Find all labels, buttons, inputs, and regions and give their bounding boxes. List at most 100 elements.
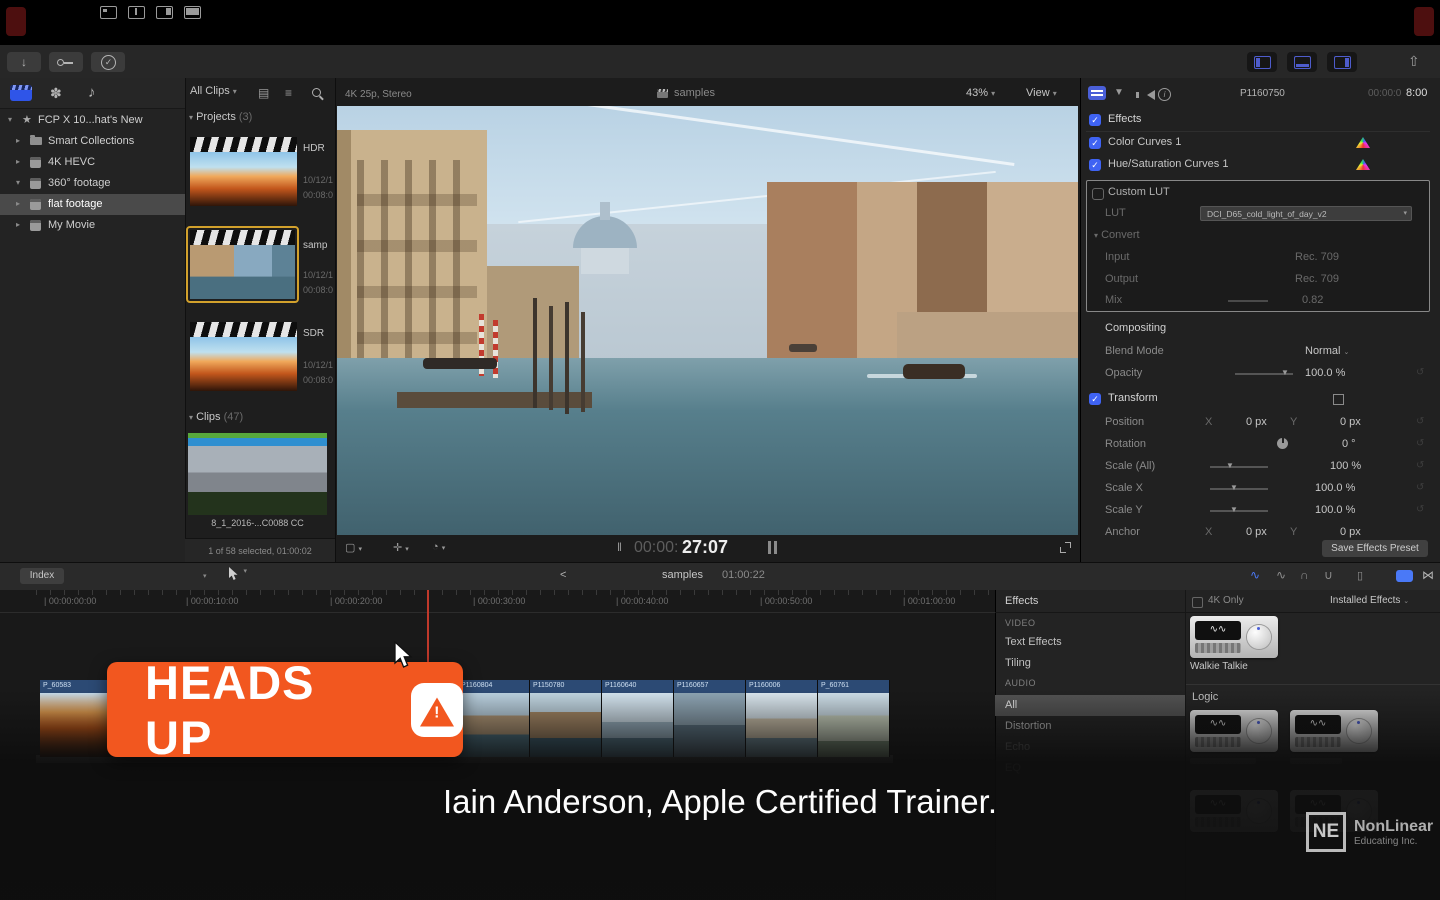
position-x-value[interactable]: 0 px — [1246, 416, 1267, 428]
slider-handle-icon[interactable]: ▼ — [1230, 483, 1238, 492]
transform-checkbox[interactable]: ✓ — [1089, 393, 1101, 405]
share-button[interactable]: ⇧ — [1408, 53, 1420, 70]
timeline-clip[interactable]: P1160640 — [602, 680, 674, 757]
effects-category-distortion[interactable]: Distortion — [995, 716, 1185, 737]
skimming-toggle-icon[interactable]: ∿ — [1250, 568, 1260, 582]
color-inspector-tab[interactable]: ▼ — [1114, 87, 1124, 98]
slider-handle-icon[interactable]: ▼ — [1226, 461, 1234, 470]
toggle-inspector-button[interactable] — [1327, 52, 1357, 72]
installed-effects-dropdown[interactable]: Installed Effects ⌄ — [1330, 595, 1409, 606]
hue-sat-curves-checkbox[interactable]: ✓ — [1089, 159, 1101, 171]
anchor-x-value[interactable]: 0 px — [1246, 526, 1267, 538]
disclosure-triangle-icon[interactable]: ▸ — [16, 220, 20, 229]
custom-lut-checkbox[interactable] — [1092, 188, 1104, 200]
timeline-clip[interactable]: P1160657 — [674, 680, 746, 757]
color-curves-checkbox[interactable]: ✓ — [1089, 137, 1101, 149]
disclosure-triangle-icon[interactable]: ▸ — [16, 157, 20, 166]
disclosure-triangle-icon[interactable]: ▾ — [8, 115, 12, 124]
index-button[interactable]: Index — [20, 568, 64, 584]
timeline-back-button[interactable]: < — [560, 569, 566, 581]
transitions-browser-toggle[interactable]: ⋈ — [1422, 568, 1434, 582]
video-canvas[interactable] — [337, 106, 1078, 535]
list-view-icon[interactable]: ≡ — [285, 86, 292, 100]
scale-all-slider[interactable] — [1210, 466, 1268, 468]
scale-all-value[interactable]: 100 % — [1330, 460, 1361, 472]
snapping-toggle-icon[interactable]: ∪ — [1324, 568, 1333, 582]
scale-x-slider[interactable] — [1210, 488, 1268, 490]
background-tasks-button[interactable]: ✓ — [91, 52, 125, 72]
slider-handle-icon[interactable]: ▼ — [1230, 505, 1238, 514]
transform-menu-button[interactable]: ▢ ▾ — [345, 541, 362, 554]
disclosure-triangle-icon[interactable]: ▸ — [16, 136, 20, 145]
sidebar-item-4k-hevc[interactable]: ▸ 4K HEVC — [0, 152, 185, 173]
position-y-value[interactable]: 0 px — [1340, 416, 1361, 428]
keyword-editor-button[interactable] — [49, 52, 83, 72]
music-sidebar-icon[interactable]: ♪ — [88, 84, 96, 101]
effect-card-walkie-talkie[interactable]: ∿∿ — [1190, 616, 1278, 658]
overwrite-clip-icon[interactable] — [184, 6, 201, 19]
convert-disclosure[interactable]: ▾ Convert — [1094, 229, 1140, 241]
reset-icon[interactable]: ↺ — [1416, 416, 1424, 427]
mix-slider[interactable] — [1228, 300, 1268, 302]
rotation-dial-icon[interactable] — [1277, 438, 1288, 449]
blend-mode-dropdown[interactable]: Normal ⌄ — [1305, 345, 1349, 357]
save-effects-preset-button[interactable]: Save Effects Preset — [1322, 540, 1428, 557]
filmstrip-view-icon[interactable]: ▤ — [258, 86, 269, 100]
reset-icon[interactable]: ↺ — [1416, 367, 1424, 378]
sidebar-item-smart-collections[interactable]: ▸ Smart Collections — [0, 131, 185, 152]
effects-browser-toggle[interactable] — [1396, 570, 1413, 582]
timeline-clip[interactable]: P_60761 — [818, 680, 890, 757]
sidebar-item-flat-footage[interactable]: ▸ flat footage — [0, 194, 185, 215]
timeline-clip[interactable]: P1160804 — [458, 680, 530, 757]
sidebar-item-my-movie[interactable]: ▸ My Movie — [0, 215, 185, 236]
effect-card[interactable]: ∿∿ — [1190, 710, 1278, 752]
insert-clip-icon[interactable] — [128, 6, 145, 19]
sidebar-item-360-footage[interactable]: ▾ 360° footage — [0, 173, 185, 194]
onscreen-controls-icon[interactable] — [1333, 394, 1344, 405]
reset-icon[interactable]: ↺ — [1416, 460, 1424, 471]
search-icon[interactable] — [312, 88, 321, 97]
scale-x-value[interactable]: 100.0 % — [1315, 482, 1355, 494]
connect-clip-icon[interactable] — [100, 6, 117, 19]
reset-icon[interactable]: ↺ — [1416, 438, 1424, 449]
tool-select-dropdown[interactable]: ▾ — [228, 567, 247, 586]
video-inspector-tab[interactable] — [1088, 86, 1106, 100]
scale-y-value[interactable]: 100.0 % — [1315, 504, 1355, 516]
lut-dropdown[interactable]: DCI_D65_cold_light_of_day_v2 ▾ — [1200, 206, 1412, 221]
disclosure-triangle-icon[interactable]: ▸ — [16, 199, 20, 208]
rotation-value[interactable]: 0 ° — [1342, 438, 1356, 450]
timeline-clip[interactable]: P1160006 — [746, 680, 818, 757]
reset-icon[interactable]: ↺ — [1416, 482, 1424, 493]
info-inspector-tab[interactable]: i — [1158, 88, 1171, 101]
pause-icon[interactable]: ‖ — [617, 540, 622, 554]
view-dropdown[interactable]: View ▾ — [1026, 87, 1057, 99]
slider-handle-icon[interactable]: ▼ — [1281, 368, 1289, 377]
fullscreen-icon[interactable] — [1060, 542, 1071, 553]
effects-category-text-effects[interactable]: Text Effects — [995, 632, 1185, 653]
retime-menu-button[interactable]: ◔ ▾ — [432, 541, 445, 553]
clip-filter-dropdown[interactable]: All Clips ▾ — [190, 85, 237, 97]
audio-meters-icon[interactable]: ▯ — [1357, 569, 1363, 582]
audio-inspector-tab[interactable] — [1147, 90, 1155, 100]
effects-category-eq[interactable]: EQ — [995, 758, 1185, 779]
effects-masks-button[interactable]: ✛ ▾ — [393, 541, 409, 554]
libraries-toggle-button[interactable] — [10, 85, 32, 101]
timeline-clip[interactable]: P1150780 — [530, 680, 602, 757]
audio-meter-bar[interactable] — [768, 541, 771, 554]
photos-sidebar-icon[interactable]: ✽ — [50, 85, 62, 102]
solo-toggle-icon[interactable]: ∩ — [1300, 568, 1309, 582]
audio-skimming-toggle-icon[interactable]: ∿ — [1276, 568, 1286, 582]
import-media-button[interactable]: ↓ — [7, 52, 41, 72]
custom-lut-section[interactable] — [1086, 180, 1430, 312]
effects-category-echo[interactable]: Echo — [995, 737, 1185, 758]
sidebar-item-library[interactable]: ▾ ★ FCP X 10...hat's New — [0, 110, 185, 131]
effect-card[interactable]: ∿∿ — [1290, 710, 1378, 752]
toggle-timeline-button[interactable] — [1287, 52, 1317, 72]
effects-category-tiling[interactable]: Tiling — [995, 653, 1185, 674]
effects-checkbox[interactable]: ✓ — [1089, 114, 1101, 126]
audio-meter-bar[interactable] — [774, 541, 777, 554]
reset-icon[interactable]: ↺ — [1416, 504, 1424, 515]
disclosure-triangle-icon[interactable]: ▾ — [16, 178, 20, 187]
effects-category-all[interactable]: All — [995, 695, 1185, 716]
toggle-browser-button[interactable] — [1247, 52, 1277, 72]
